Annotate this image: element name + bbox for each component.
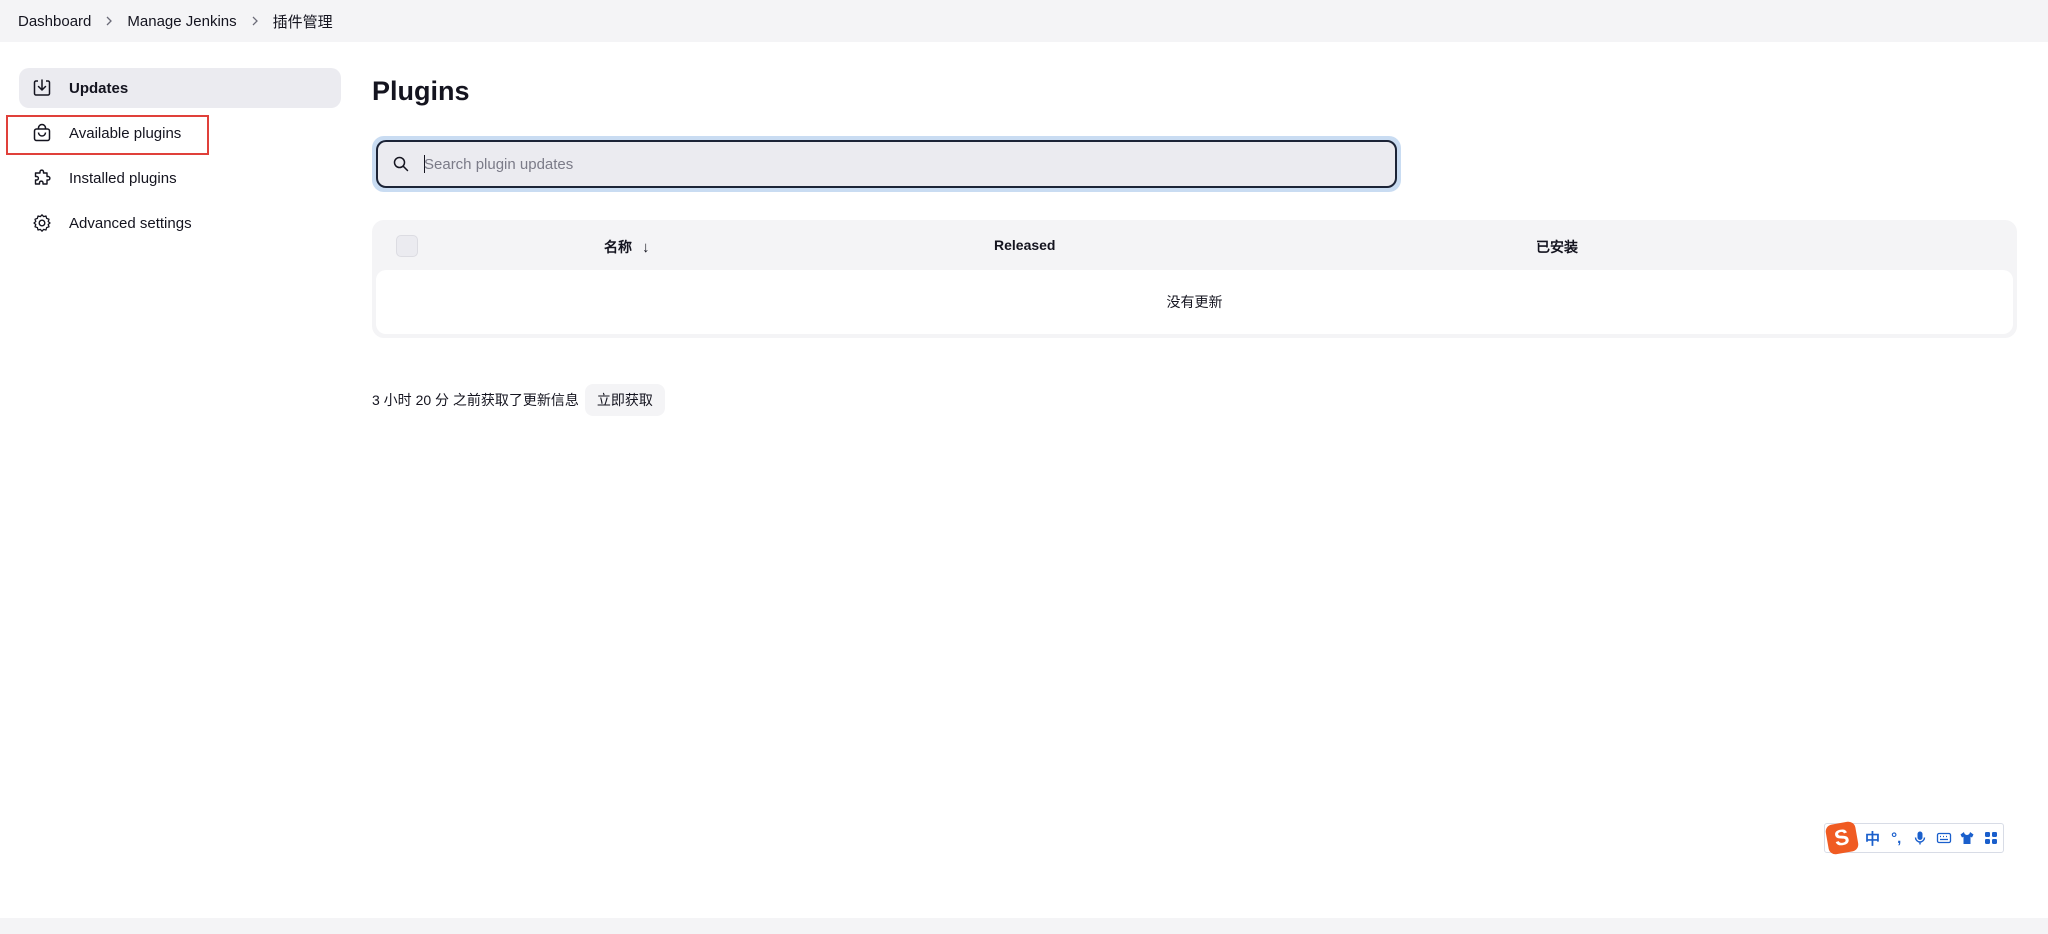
- column-header-name[interactable]: 名称 ↓: [604, 237, 650, 257]
- table-empty-row: 没有更新: [376, 270, 2013, 334]
- ime-toolbar: S 中 °,: [1824, 820, 2004, 856]
- chevron-right-icon: [91, 15, 127, 27]
- sidebar: Updates Available plugins Installed plug…: [19, 68, 341, 248]
- breadcrumb: Dashboard Manage Jenkins 插件管理: [0, 0, 2048, 42]
- shopping-bag-icon: [31, 122, 53, 144]
- search-icon: [392, 155, 410, 173]
- breadcrumb-dashboard[interactable]: Dashboard: [18, 13, 91, 30]
- shirt-icon[interactable]: [1956, 826, 1980, 850]
- sidebar-item-label: Installed plugins: [69, 169, 177, 187]
- sidebar-item-label: Updates: [69, 79, 129, 97]
- column-header-installed[interactable]: 已安装: [1536, 237, 1578, 257]
- search-box[interactable]: [376, 140, 1397, 188]
- ime-punctuation-toggle[interactable]: °,: [1884, 826, 1908, 850]
- breadcrumb-plugin-manager[interactable]: 插件管理: [273, 11, 333, 32]
- sort-arrow-down-icon: ↓: [642, 238, 650, 256]
- column-header-released[interactable]: Released: [994, 237, 1055, 253]
- sidebar-item-advanced-settings[interactable]: Advanced settings: [19, 203, 341, 243]
- microphone-icon[interactable]: [1908, 826, 1932, 850]
- search-input[interactable]: [424, 155, 1324, 173]
- update-info-text: 3 小时 20 分 之前获取了更新信息: [372, 392, 579, 408]
- footer-bar: [0, 918, 2048, 934]
- select-all-checkbox[interactable]: [396, 235, 418, 257]
- update-info: 3 小时 20 分 之前获取了更新信息 立即获取: [372, 384, 2017, 416]
- sidebar-item-updates[interactable]: Updates: [19, 68, 341, 108]
- apps-grid-icon[interactable]: [1979, 826, 2003, 850]
- sidebar-item-label: Available plugins: [69, 124, 182, 142]
- chevron-right-icon: [237, 15, 273, 27]
- puzzle-icon: [31, 167, 53, 189]
- search-focus-ring: [372, 136, 1401, 192]
- plugin-updates-table: 名称 ↓ Released 已安装 没有更新: [372, 220, 2017, 338]
- sidebar-item-available-plugins[interactable]: Available plugins: [19, 113, 341, 153]
- download-icon: [31, 77, 53, 99]
- ime-mode-toggle[interactable]: 中: [1861, 826, 1885, 850]
- main-content: Plugins 名称 ↓ Released 已安装 没有更新 3 小时 20 分…: [372, 68, 2017, 416]
- gear-icon: [31, 212, 53, 234]
- sidebar-item-label: Advanced settings: [69, 214, 192, 232]
- ime-logo-icon[interactable]: S: [1824, 820, 1860, 856]
- breadcrumb-manage-jenkins[interactable]: Manage Jenkins: [127, 13, 236, 30]
- page-title: Plugins: [372, 76, 470, 106]
- table-header: 名称 ↓ Released 已安装: [376, 220, 2013, 270]
- empty-message: 没有更新: [1166, 294, 1223, 310]
- check-now-button[interactable]: 立即获取: [584, 384, 665, 416]
- keyboard-icon[interactable]: [1932, 826, 1956, 850]
- sidebar-item-installed-plugins[interactable]: Installed plugins: [19, 158, 341, 198]
